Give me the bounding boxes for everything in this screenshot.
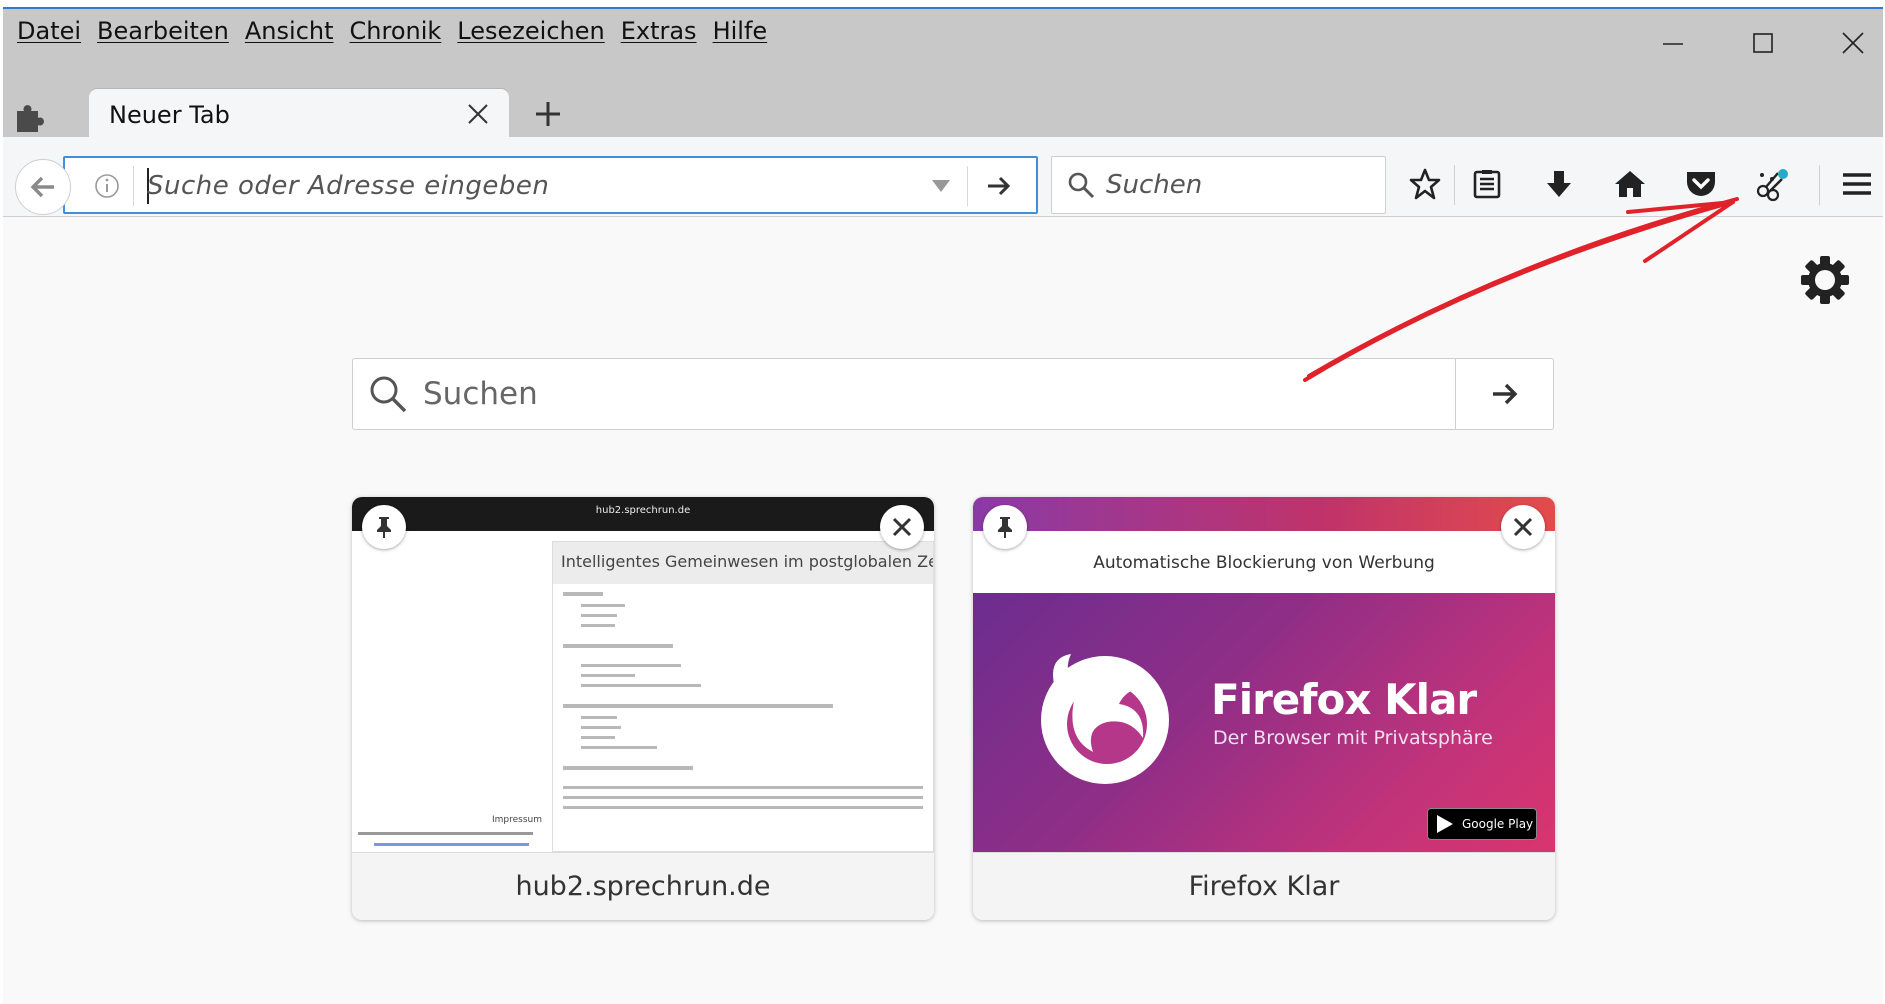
divider: [967, 166, 968, 206]
pocket-button[interactable]: [1679, 162, 1723, 206]
new-tab-plus-icon[interactable]: [531, 97, 565, 131]
thumbnail-footer-line: [358, 832, 533, 835]
puzzle-extension-icon[interactable]: [13, 99, 53, 139]
page-search-go-button[interactable]: [1455, 359, 1553, 429]
minimize-icon: [1663, 43, 1683, 45]
close-tab-icon[interactable]: [465, 101, 491, 127]
new-tab-page: Suchen hub2.sprechrun.de Intelligentes G…: [3, 218, 1883, 1004]
thumbnail-panel: Intelligentes Gemeinwesen im postglobale…: [552, 541, 934, 852]
firefox-logo-icon: [1041, 654, 1169, 784]
divider: [1819, 165, 1820, 205]
thumbnail-impressum: Impressum: [492, 815, 543, 825]
google-play-badge: Google Play: [1427, 808, 1537, 840]
thumbnail-text-lines: [563, 592, 923, 809]
menu-chronik[interactable]: Chronik: [346, 17, 454, 47]
pocket-icon: [1687, 172, 1715, 196]
close-icon: [1513, 517, 1533, 537]
history-dropdown-icon[interactable]: [930, 178, 952, 194]
play-store-icon: [1437, 815, 1453, 833]
divider: [133, 166, 134, 206]
thumbnail-brand: Firefox Klar: [1211, 675, 1477, 724]
minimize-button[interactable]: [1643, 23, 1703, 63]
close-window-button[interactable]: [1823, 23, 1883, 63]
go-arrow-icon: [1492, 383, 1517, 405]
maximize-icon: [1753, 33, 1773, 53]
site-thumbnail: Automatische Blockierung von Werbung Fir…: [973, 497, 1555, 852]
thumbnail-top-text: Automatische Blockierung von Werbung: [1093, 553, 1435, 573]
remove-tile-button[interactable]: [1501, 505, 1545, 549]
reader-list-icon: [1473, 170, 1501, 199]
pin-icon: [998, 517, 1012, 538]
bookmark-star-icon: [1409, 168, 1441, 200]
site-thumbnail: hub2.sprechrun.de Intelligentes Gemeinwe…: [352, 497, 934, 852]
page-search-box[interactable]: Suchen: [352, 358, 1554, 430]
pin-tile-button[interactable]: [362, 505, 406, 549]
home-icon: [1615, 171, 1645, 197]
pin-icon: [377, 517, 391, 538]
tile-caption: Firefox Klar: [973, 852, 1555, 920]
search-placeholder: Suchen: [1106, 170, 1203, 200]
thumbnail-hero: Firefox Klar Der Browser mit Privatsphär…: [973, 593, 1555, 852]
thumbnail-title: Intelligentes Gemeinwesen im postglobale…: [553, 542, 933, 584]
address-bar[interactable]: Suche oder Adresse eingeben: [63, 156, 1038, 214]
thumbnail-header: hub2.sprechrun.de: [352, 497, 934, 531]
menu-hilfe[interactable]: Hilfe: [709, 17, 780, 47]
back-button[interactable]: [15, 159, 71, 215]
navigation-toolbar: Suche oder Adresse eingeben Suchen: [3, 137, 1883, 217]
search-icon: [1068, 172, 1095, 199]
thumbnail-tagline: Der Browser mit Privatsphäre: [1213, 727, 1493, 749]
hamburger-menu-icon: [1843, 173, 1871, 195]
download-icon: [1547, 171, 1571, 197]
menu-bearbeiten[interactable]: Bearbeiten: [93, 17, 241, 47]
divider: [1454, 165, 1455, 205]
close-icon: [1842, 32, 1864, 54]
open-menu-button[interactable]: [1835, 162, 1879, 206]
top-site-tile-firefox-klar[interactable]: Automatische Blockierung von Werbung Fir…: [973, 497, 1555, 920]
menu-bar: Datei Bearbeiten Ansicht Chronik Lesezei…: [13, 17, 779, 47]
thumbnail-footer-link: [374, 843, 529, 846]
info-icon[interactable]: [93, 172, 121, 200]
menu-ansicht[interactable]: Ansicht: [241, 17, 346, 47]
back-arrow-icon: [30, 176, 54, 198]
bookmark-star-button[interactable]: [1403, 162, 1447, 206]
thumbnail-body: [553, 584, 933, 852]
google-play-label: Google Play: [1462, 817, 1534, 831]
go-arrow-icon[interactable]: [983, 170, 1015, 202]
title-bar: Datei Bearbeiten Ansicht Chronik Lesezei…: [3, 9, 1883, 139]
menu-lesezeichen[interactable]: Lesezeichen: [453, 17, 616, 47]
menu-extras[interactable]: Extras: [617, 17, 709, 47]
pin-tile-button[interactable]: [983, 505, 1027, 549]
extension-toolbar-button[interactable]: [1751, 162, 1795, 206]
close-icon: [892, 517, 912, 537]
search-icon: [370, 376, 407, 413]
top-site-tile-hub2[interactable]: hub2.sprechrun.de Intelligentes Gemeinwe…: [352, 497, 934, 920]
downloads-button[interactable]: [1537, 162, 1581, 206]
extension-icon: [1756, 169, 1788, 202]
thumbnail-stripe: [973, 497, 1555, 531]
tile-caption: hub2.sprechrun.de: [352, 852, 934, 920]
remove-tile-button[interactable]: [880, 505, 924, 549]
browser-window: Datei Bearbeiten Ansicht Chronik Lesezei…: [3, 7, 1883, 1004]
home-button[interactable]: [1608, 162, 1652, 206]
tab-neuer-tab[interactable]: Neuer Tab: [89, 89, 509, 139]
menu-datei[interactable]: Datei: [13, 17, 93, 47]
thumbnail-top: Automatische Blockierung von Werbung: [973, 497, 1555, 593]
bookmarks-list-button[interactable]: [1465, 162, 1509, 206]
page-search-placeholder: Suchen: [423, 376, 538, 412]
search-bar[interactable]: Suchen: [1051, 156, 1386, 214]
tab-title: Neuer Tab: [109, 101, 230, 129]
maximize-button[interactable]: [1733, 23, 1793, 63]
address-placeholder: Suche oder Adresse eingeben: [147, 171, 550, 201]
gear-icon[interactable]: [1799, 254, 1851, 306]
